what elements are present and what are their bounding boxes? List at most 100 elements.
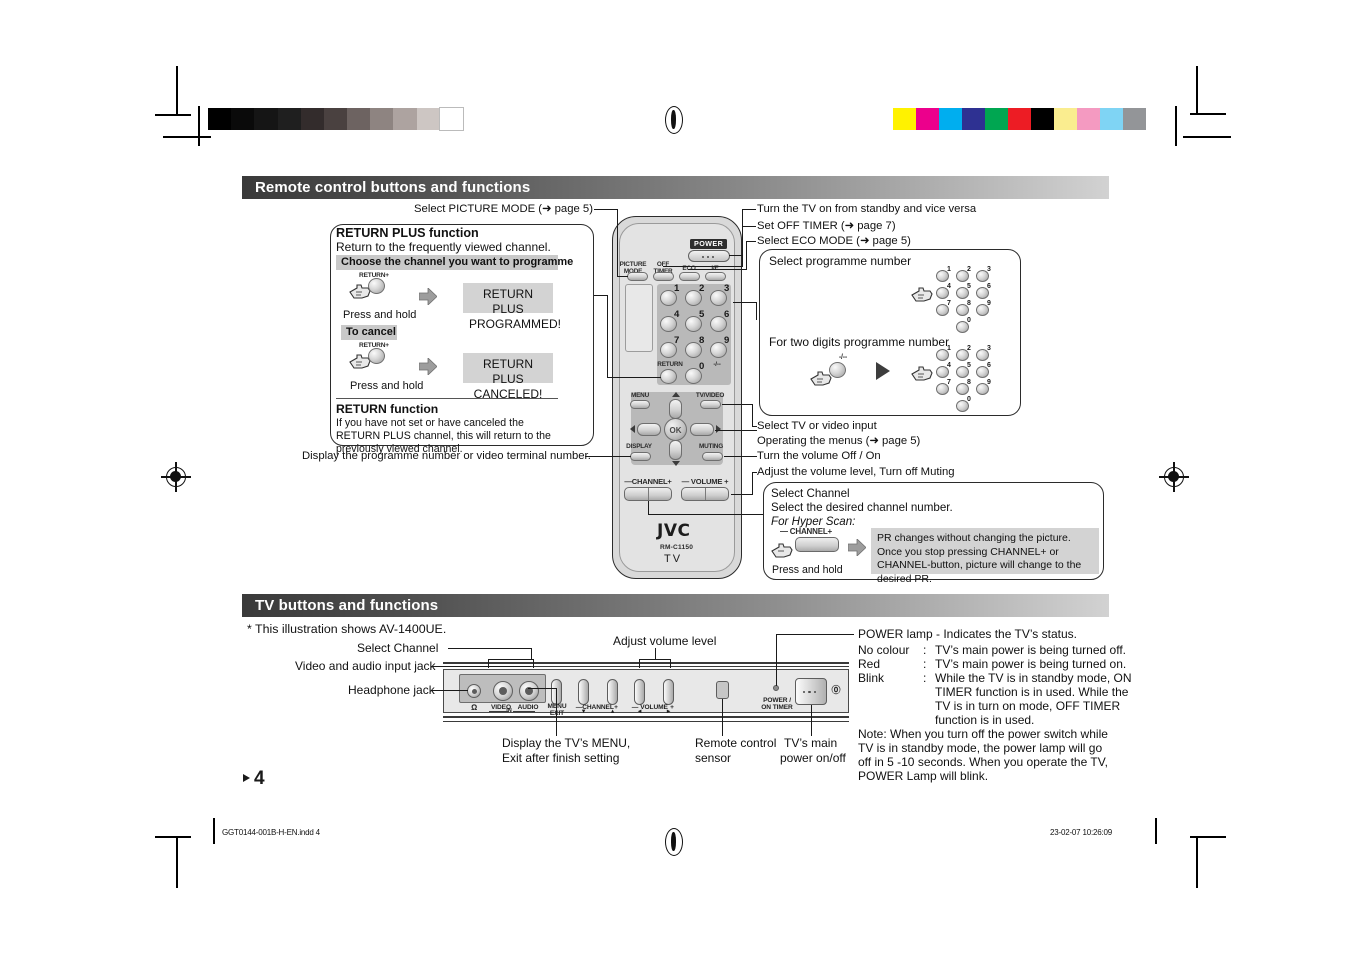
channel-rocker-pictogram xyxy=(795,537,839,552)
channel-down-button[interactable] xyxy=(578,679,589,705)
hand-pointer-icon-3 xyxy=(911,287,933,302)
muting-button[interactable] xyxy=(702,452,723,461)
leader-tvvideo-h xyxy=(722,404,753,405)
color-print-strip xyxy=(893,108,1146,130)
picto-digit-label-3: 3 xyxy=(987,266,991,273)
power-lamp-separator: : xyxy=(923,643,927,657)
return-plus-subtitle: Return to the frequently viewed channel. xyxy=(336,240,551,254)
leader-powerlamp-h xyxy=(776,634,854,635)
headphone-jack[interactable] xyxy=(467,684,481,698)
select-channel-subtitle: Select the desired channel number. xyxy=(771,501,953,514)
audio-input-jack[interactable] xyxy=(519,681,539,701)
power-lamp-state: No colour xyxy=(858,643,910,657)
leader-return-v xyxy=(607,295,608,378)
return-plus-result-1: RETURN PLUS PROGRAMMED! xyxy=(463,283,561,331)
volume-down-button[interactable] xyxy=(634,679,645,705)
leader-menu-exit-v xyxy=(556,688,557,736)
video-input-jack[interactable] xyxy=(493,681,513,701)
tv-main-power-button[interactable] xyxy=(795,678,827,705)
return-button[interactable] xyxy=(660,369,677,384)
picto-digit-label-8: 8 xyxy=(967,379,971,386)
nav-right-button[interactable] xyxy=(690,423,714,436)
crop-mark-bottom-right-vertical xyxy=(1196,838,1198,888)
crop-mark-top-right-vertical xyxy=(1196,66,1198,114)
channel-down-arrow-icon: ▼ xyxy=(580,709,587,715)
print-swatch xyxy=(1123,108,1146,130)
menu-button[interactable] xyxy=(630,400,650,409)
leader-headphone-h xyxy=(432,690,468,691)
return-plus-key-pictogram-2 xyxy=(368,348,385,364)
display-key-label: DISPLAY xyxy=(626,443,652,450)
volume-right-arrow-icon: ► xyxy=(665,709,672,715)
picto-digit-label-1: 1 xyxy=(947,266,951,273)
print-swatch xyxy=(1077,108,1100,130)
print-swatch xyxy=(1100,108,1123,130)
volume-rocker[interactable] xyxy=(681,487,729,501)
tv-video-button[interactable] xyxy=(700,400,721,409)
label-sensor-l2: sensor xyxy=(695,751,732,765)
tv-video-key-label: TV/VIDEO xyxy=(695,392,725,399)
eco-button[interactable] xyxy=(679,272,700,281)
print-swatch xyxy=(323,108,348,130)
print-swatch xyxy=(277,108,301,130)
leader-eco-v xyxy=(746,241,747,269)
print-swatch xyxy=(985,108,1008,130)
label-mainpower-l2: power on/off xyxy=(780,751,846,765)
remote-digit-label-5: 5 xyxy=(699,309,705,320)
off-timer-button[interactable] xyxy=(653,272,674,281)
programme-number-title: Select programme number xyxy=(769,254,912,268)
nav-right-arrow-icon xyxy=(716,425,721,433)
footer-rule-left xyxy=(213,818,215,844)
picture-mode-button[interactable] xyxy=(627,272,648,281)
remote-model-number: RM-C1150 xyxy=(660,544,694,551)
section-header-remote: Remote control buttons and functions xyxy=(242,176,1109,199)
nav-left-button[interactable] xyxy=(637,423,661,436)
leader-tvvideo-h2 xyxy=(752,426,757,427)
ok-button[interactable]: OK xyxy=(664,418,687,441)
leader-select-channel-v xyxy=(531,648,532,659)
channel-rocker-label: —CHANNEL+ xyxy=(624,477,672,486)
menu-key-label: MENU xyxy=(630,392,650,399)
tv-panel-bottom-edge-1 xyxy=(443,716,849,718)
print-swatch xyxy=(916,108,939,130)
flow-arrow-icon-1 xyxy=(419,288,437,305)
label-sensor-l1: Remote control xyxy=(695,736,777,750)
hand-pointer-icon-5 xyxy=(911,366,933,381)
power-lamp-note-1: Note: When you turn off the power switch… xyxy=(858,727,1108,741)
channel-rocker[interactable] xyxy=(624,487,672,501)
channel-up-button[interactable] xyxy=(607,679,618,705)
picto-digit-label-5: 5 xyxy=(967,362,971,369)
muting-key-label: MUTING xyxy=(698,443,723,450)
return-plus-result-2-line2: CANCELED! xyxy=(473,387,543,401)
volume-left-arrow-icon: ◄ xyxy=(636,709,643,715)
leader-keypad-v xyxy=(756,302,757,320)
power-lamp-state: Blink xyxy=(858,671,885,685)
return-plus-key-pictogram-1 xyxy=(368,278,385,294)
callout-menus: Operating the menus (➜ page 5) xyxy=(757,435,921,447)
leader-select-channel-h xyxy=(448,648,532,649)
select-channel-note: PR changes without changing the picture.… xyxy=(871,528,1099,585)
print-swatch xyxy=(438,107,464,131)
display-button[interactable] xyxy=(630,452,651,461)
picto-digit-label-5: 5 xyxy=(967,283,971,290)
remote-digit-label-6: 6 xyxy=(724,309,730,320)
power-button[interactable] xyxy=(688,250,730,262)
nav-up-button[interactable] xyxy=(669,399,682,419)
crop-mark-inner-vertical xyxy=(198,106,200,146)
volume-up-button[interactable] xyxy=(663,679,674,705)
return-plus-band-cancel: To cancel xyxy=(341,325,397,340)
leader-picture-mode-h2 xyxy=(617,276,628,277)
leader-muting-h xyxy=(724,456,757,457)
crop-mark-inner-vertical-right xyxy=(1175,106,1177,146)
leader-channel-h xyxy=(648,514,763,515)
picto-digit-label-9: 9 xyxy=(987,300,991,307)
picto-digit-label-0: 0 xyxy=(967,317,971,324)
leader-channel-v xyxy=(648,501,649,514)
nav-down-button[interactable] xyxy=(669,440,682,460)
flow-arrow-icon-2 xyxy=(419,358,437,375)
picto-digit-label-6: 6 xyxy=(987,362,991,369)
power-label-l1: POWER / xyxy=(763,697,791,704)
leader-eco-h xyxy=(746,241,756,242)
label-select-channel: Select Channel xyxy=(357,641,439,655)
ie-button[interactable] xyxy=(705,272,726,281)
